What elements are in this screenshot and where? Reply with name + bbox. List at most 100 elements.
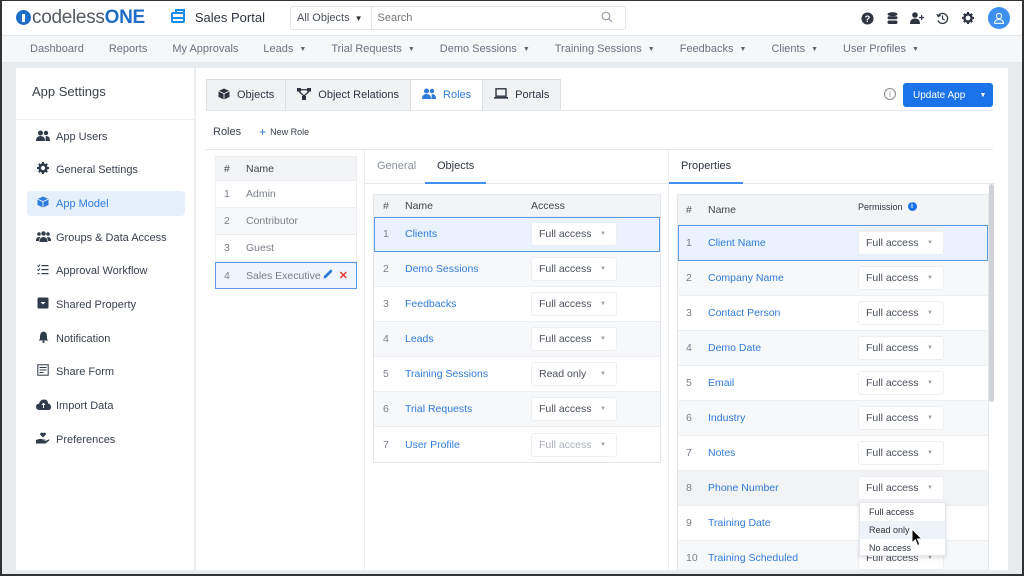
option-full-access[interactable]: Full access bbox=[860, 503, 945, 521]
properties-scrollbar[interactable] bbox=[989, 184, 994, 402]
sidebar-item-import-data[interactable]: Import Data bbox=[27, 393, 185, 418]
property-link[interactable]: Training Date bbox=[708, 517, 858, 529]
caret-down-icon: ▼ bbox=[600, 441, 606, 448]
sidebar-item-preferences[interactable]: Preferences bbox=[27, 427, 185, 452]
nav-trial-requests[interactable]: Trial Requests ▼ bbox=[331, 43, 414, 55]
tab-object-relations[interactable]: Object Relations bbox=[285, 79, 412, 111]
sidebar-item-share-form[interactable]: Share Form bbox=[27, 359, 185, 384]
object-link[interactable]: Training Sessions bbox=[405, 368, 531, 380]
sidebar-item-groups-data-access[interactable]: Groups & Data Access bbox=[27, 225, 185, 250]
property-link[interactable]: Company Name bbox=[708, 272, 858, 284]
property-row-selected[interactable]: 1 Client Name Full access ▼ bbox=[678, 225, 988, 261]
access-select[interactable]: Full access ▼ bbox=[531, 327, 617, 351]
database-icon[interactable] bbox=[880, 6, 905, 30]
nav-my-approvals[interactable]: My Approvals bbox=[172, 43, 238, 55]
property-link[interactable]: Email bbox=[708, 377, 858, 389]
option-read-only[interactable]: Read only bbox=[860, 521, 945, 539]
app-switcher[interactable]: Sales Portal bbox=[170, 9, 265, 25]
user-avatar[interactable] bbox=[988, 7, 1010, 29]
sidebar-item-notification[interactable]: Notification bbox=[27, 326, 185, 351]
sidebar-item-app-model[interactable]: App Model bbox=[27, 191, 185, 216]
property-row[interactable]: 8 Phone Number Full access ▼ bbox=[678, 471, 988, 506]
new-role-button[interactable]: + New Role bbox=[259, 125, 309, 139]
object-row[interactable]: 4 Leads Full access ▼ bbox=[374, 322, 660, 357]
help-icon[interactable]: ? bbox=[855, 6, 880, 30]
search-icon[interactable] bbox=[601, 11, 617, 26]
tab-objects-access[interactable]: Objects bbox=[425, 150, 487, 184]
tab-portals[interactable]: Portals bbox=[482, 79, 562, 111]
property-row[interactable]: 2 Company Name Full access ▼ bbox=[678, 261, 988, 296]
caret-down-icon[interactable]: ▼ bbox=[973, 92, 993, 99]
property-row[interactable]: 4 Demo Date Full access ▼ bbox=[678, 331, 988, 366]
update-app-button[interactable]: Update App ▼ bbox=[903, 83, 993, 107]
permission-select[interactable]: Full access ▼ bbox=[858, 336, 944, 360]
permission-select[interactable]: Full access ▼ bbox=[858, 266, 944, 290]
nav-reports[interactable]: Reports bbox=[109, 43, 148, 55]
tab-properties[interactable]: Properties bbox=[669, 150, 744, 184]
object-row[interactable]: 5 Training Sessions Read only ▼ bbox=[374, 357, 660, 392]
property-link[interactable]: Demo Date bbox=[708, 342, 858, 354]
access-select[interactable]: Full access ▼ bbox=[531, 292, 617, 316]
nav-clients[interactable]: Clients ▼ bbox=[771, 43, 818, 55]
info-icon[interactable]: i bbox=[884, 88, 896, 100]
nav-feedbacks[interactable]: Feedbacks ▼ bbox=[680, 43, 747, 55]
access-select[interactable]: Full access ▼ bbox=[531, 397, 617, 421]
tab-objects[interactable]: Objects bbox=[206, 79, 287, 111]
sidebar-item-general-settings[interactable]: General Settings bbox=[27, 157, 185, 182]
property-link[interactable]: Training Scheduled bbox=[708, 552, 858, 564]
property-row[interactable]: 5 Email Full access ▼ bbox=[678, 366, 988, 401]
object-link[interactable]: Clients bbox=[405, 228, 531, 240]
nav-training-sessions[interactable]: Training Sessions ▼ bbox=[555, 43, 655, 55]
role-row[interactable]: 3 Guest bbox=[215, 235, 357, 262]
search-input[interactable] bbox=[371, 12, 601, 24]
edit-pencil-icon[interactable] bbox=[323, 269, 333, 282]
object-row[interactable]: 3 Feedbacks Full access ▼ bbox=[374, 287, 660, 322]
tab-roles[interactable]: Roles bbox=[410, 79, 484, 111]
access-select[interactable]: Full access ▼ bbox=[531, 257, 617, 281]
role-row[interactable]: 2 Contributor bbox=[215, 208, 357, 235]
logo[interactable]: codelessONE bbox=[16, 7, 145, 29]
property-link[interactable]: Client Name bbox=[708, 237, 858, 249]
nav-user-profiles[interactable]: User Profiles ▼ bbox=[843, 43, 919, 55]
access-select[interactable]: Full access ▼ bbox=[531, 222, 617, 246]
property-row[interactable]: 7 Notes Full access ▼ bbox=[678, 436, 988, 471]
tab-general[interactable]: General bbox=[377, 150, 416, 184]
object-link[interactable]: Leads bbox=[405, 333, 531, 345]
object-row[interactable]: 2 Demo Sessions Full access ▼ bbox=[374, 252, 660, 287]
delete-x-icon[interactable]: ✕ bbox=[339, 269, 348, 282]
property-link[interactable]: Notes bbox=[708, 447, 858, 459]
permission-select[interactable]: Full access ▼ bbox=[858, 406, 944, 430]
option-no-access[interactable]: No access bbox=[860, 539, 945, 555]
gear-icon[interactable] bbox=[955, 6, 980, 30]
sidebar-item-approval-workflow[interactable]: Approval Workflow bbox=[27, 258, 185, 283]
property-link[interactable]: Industry bbox=[708, 412, 858, 424]
sidebar-item-shared-property[interactable]: Shared Property bbox=[27, 292, 185, 317]
add-user-icon[interactable] bbox=[905, 6, 930, 30]
access-select[interactable]: Read only ▼ bbox=[531, 362, 617, 386]
nav-demo-sessions[interactable]: Demo Sessions ▼ bbox=[440, 43, 530, 55]
object-link[interactable]: User Profile bbox=[405, 439, 531, 451]
object-row[interactable]: 7 User Profile Full access ▼ bbox=[374, 427, 660, 462]
object-row[interactable]: 6 Trial Requests Full access ▼ bbox=[374, 392, 660, 427]
permission-select[interactable]: Full access ▼ bbox=[858, 371, 944, 395]
object-row-selected[interactable]: 1 Clients Full access ▼ bbox=[374, 217, 660, 252]
property-row[interactable]: 3 Contact Person Full access ▼ bbox=[678, 296, 988, 331]
nav-leads[interactable]: Leads ▼ bbox=[263, 43, 306, 55]
sidebar-item-app-users[interactable]: App Users bbox=[27, 124, 185, 149]
permission-select-open[interactable]: Full access ▼ bbox=[858, 476, 944, 500]
property-link[interactable]: Contact Person bbox=[708, 307, 858, 319]
history-icon[interactable] bbox=[930, 6, 955, 30]
role-row[interactable]: 1 Admin bbox=[215, 181, 357, 208]
object-link[interactable]: Feedbacks bbox=[405, 298, 531, 310]
object-link[interactable]: Demo Sessions bbox=[405, 263, 531, 275]
permission-select[interactable]: Full access ▼ bbox=[858, 230, 944, 255]
info-icon[interactable]: i bbox=[907, 202, 917, 211]
property-row[interactable]: 6 Industry Full access ▼ bbox=[678, 401, 988, 436]
search-scope-select[interactable]: All Objects ▼ bbox=[291, 7, 372, 29]
role-row-selected[interactable]: 4 Sales Executive ✕ bbox=[215, 262, 357, 289]
nav-dashboard[interactable]: Dashboard bbox=[30, 43, 84, 55]
property-link[interactable]: Phone Number bbox=[708, 482, 858, 494]
permission-select[interactable]: Full access ▼ bbox=[858, 301, 944, 325]
object-link[interactable]: Trial Requests bbox=[405, 403, 531, 415]
permission-select[interactable]: Full access ▼ bbox=[858, 441, 944, 465]
